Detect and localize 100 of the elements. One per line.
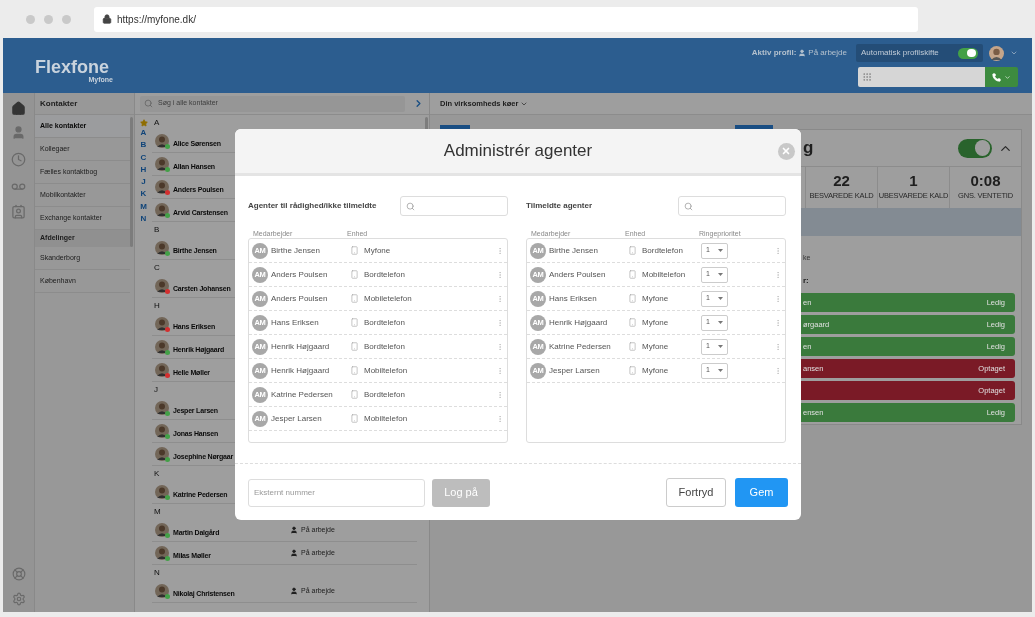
avatar	[155, 546, 169, 560]
index-letter[interactable]: H	[140, 163, 147, 177]
user-icon[interactable]	[11, 125, 26, 140]
stat-value: 1	[909, 173, 918, 189]
index-letter[interactable]: K	[140, 188, 147, 201]
caret-icon	[718, 297, 723, 300]
device-name: Myfone	[642, 292, 670, 305]
agent-name: Birthe Jensen	[549, 244, 599, 257]
device-name: Mobiletelefon	[364, 292, 412, 305]
close-button[interactable]	[777, 142, 795, 160]
device-name: Bordtelefon	[364, 388, 405, 401]
address-bar[interactable]: https://myfone.dk/	[94, 6, 918, 32]
dial-field[interactable]	[858, 67, 985, 87]
tab-bar[interactable]	[440, 125, 470, 129]
avatar	[155, 447, 169, 461]
avatar	[155, 203, 169, 217]
profile-value: På arbejde	[808, 47, 847, 59]
index-letter[interactable]: A	[140, 127, 147, 140]
user-avatar-icon[interactable]	[989, 45, 1004, 61]
avatar	[155, 134, 169, 148]
caret-icon	[718, 321, 723, 324]
clock-icon[interactable]	[11, 152, 26, 167]
phone-icon	[628, 365, 637, 376]
agent-name: Katrine Pedersen	[549, 340, 612, 353]
stat-value: 22	[833, 173, 850, 189]
lock-icon	[102, 14, 112, 24]
letter-header: A	[154, 116, 160, 129]
phone-icon	[350, 317, 359, 328]
agent-name: Anders Poulsen	[271, 292, 329, 305]
index-letter[interactable]: M	[140, 200, 147, 214]
phone-icon	[350, 413, 359, 424]
index-letter[interactable]: N	[140, 213, 147, 226]
index-letter[interactable]: C	[140, 151, 147, 164]
device-name: Myfone	[642, 364, 670, 377]
save-button[interactable]: Gem	[735, 478, 788, 507]
logo-text: Flexfone	[35, 58, 109, 76]
toggle-switch[interactable]	[958, 47, 978, 59]
phone-icon	[628, 341, 637, 352]
phone-icon	[628, 245, 637, 256]
device-name: Myfone	[364, 244, 391, 257]
cancel-button[interactable]: Fortryd	[666, 478, 726, 507]
search-field[interactable]	[400, 196, 508, 216]
avatar	[155, 363, 169, 377]
phone-icon	[628, 317, 637, 328]
letter-header: B	[154, 223, 160, 236]
caret-icon	[718, 249, 723, 252]
help-icon[interactable]	[11, 567, 26, 581]
avatar	[155, 485, 169, 499]
agent-name: Henrik Højgaard	[271, 364, 331, 377]
caret-icon	[1004, 73, 1011, 81]
letter-header: J	[154, 383, 158, 396]
address-book-icon[interactable]	[11, 204, 26, 219]
keypad-icon	[862, 72, 872, 82]
avatar	[155, 279, 169, 293]
agent-name: Henrik Højgaard	[549, 316, 609, 329]
toggle-switch[interactable]	[958, 138, 992, 158]
index-letter[interactable]: B	[140, 139, 147, 152]
close-icon	[781, 146, 791, 156]
tab-bar[interactable]	[735, 125, 773, 129]
device-name: Myfone	[642, 340, 670, 353]
caret-icon[interactable]	[1010, 49, 1018, 57]
external-number-field[interactable]: Eksternt nummer	[248, 478, 425, 507]
call-button[interactable]	[985, 67, 1018, 87]
home-icon[interactable]	[11, 101, 26, 116]
list-title: Agenter til rådighed/ikke tilmeldte	[248, 200, 377, 212]
auto-switch-button[interactable]: Automatisk profilskifte	[856, 44, 983, 62]
letter-header: N	[154, 566, 160, 579]
device-name: Mobiltelefon	[364, 364, 408, 377]
device-name: Mobiltelefon	[364, 412, 408, 425]
index-letter[interactable]: J	[141, 176, 146, 189]
agent-name: Henrik Højgaard	[271, 340, 331, 353]
agent-name: Birthe Jensen	[271, 244, 321, 257]
search-icon	[406, 201, 415, 211]
panel-title: Kontakter	[40, 97, 78, 110]
list-title: Tilmeldte agenter	[526, 200, 593, 212]
agents-label: r:	[803, 275, 809, 287]
device-name: Myfone	[642, 316, 670, 329]
person-icon	[290, 526, 298, 534]
agent-name: Jesper Larsen	[271, 412, 323, 425]
phone-icon	[350, 245, 359, 256]
profile-label: Aktiv profil:	[751, 47, 797, 59]
person-icon	[290, 549, 298, 557]
agent-name: Hans Eriksen	[271, 316, 320, 329]
expand-icon[interactable]	[413, 98, 424, 109]
caret-icon	[718, 273, 723, 276]
device-name: Bordtelefon	[364, 340, 405, 353]
avatar	[155, 584, 169, 598]
search-icon	[684, 201, 693, 211]
device-name: Bordtelefon	[364, 316, 405, 329]
agent-name: Katrine Pedersen	[271, 388, 334, 401]
agent-name: Jesper Larsen	[549, 364, 601, 377]
phone-icon	[350, 389, 359, 400]
avatar	[155, 401, 169, 415]
device-name: Mobiltelefon	[642, 268, 687, 281]
settings-icon[interactable]	[11, 592, 26, 606]
phone-icon	[350, 365, 359, 376]
search-field[interactable]	[678, 196, 786, 216]
avatar	[155, 424, 169, 438]
url-text: https://myfone.dk/	[117, 12, 196, 27]
favorites-icon[interactable]	[139, 119, 148, 127]
